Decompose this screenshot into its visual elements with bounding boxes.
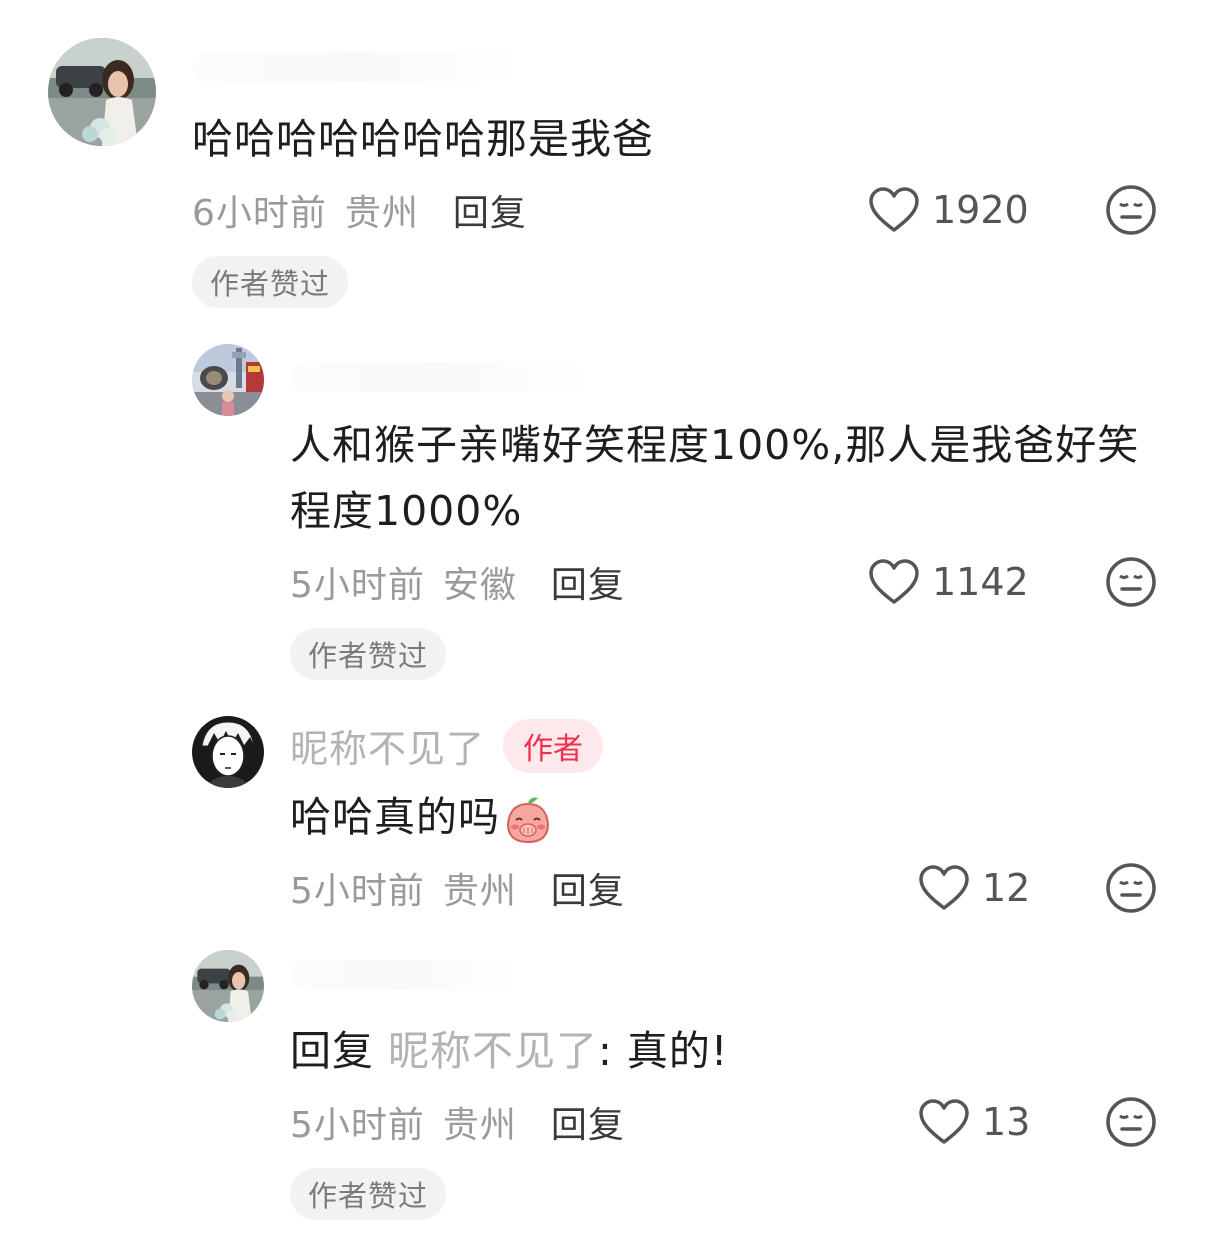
like-button[interactable]: 12 [918,864,1030,912]
reply-button[interactable]: 回复 [551,862,625,914]
nickname-hidden [290,960,520,990]
comment-time: 5小时前 [290,1105,425,1146]
like-count: 1920 [932,188,1029,232]
comment-time: 6小时前 [192,193,327,234]
peach-shy-emoji-icon [506,797,550,844]
blurred-nickname [290,960,520,990]
blurred-nickname [192,52,522,82]
avatar-manga-boy-icon [192,716,264,788]
comment-location: 贵州 [442,871,517,912]
comment-time: 5小时前 [290,871,425,912]
like-count: 12 [982,866,1031,910]
dislike-face-icon[interactable] [1105,862,1157,914]
comment-text-line-1: 人和猴子亲嘴好笑程度100%,那人是我爸好笑 [290,421,1140,469]
author-tag: 作者 [503,718,604,773]
reply-button[interactable]: 回复 [551,1096,625,1148]
comment-location: 安徽 [442,565,517,606]
user-avatar[interactable] [48,38,156,146]
blurred-nickname [290,362,590,392]
avatar-woman-with-flowers-icon [192,950,264,1022]
reply-button[interactable]: 回复 [453,184,527,236]
author-name-row: 昵称不见了 作者 [290,718,604,773]
heart-icon [869,559,919,604]
comment-text-line-2: 程度1000% [290,487,523,535]
user-avatar[interactable] [192,716,264,788]
user-avatar[interactable] [192,344,264,416]
dislike-face-icon[interactable] [1105,184,1157,236]
user-avatar[interactable] [192,950,264,1022]
heart-icon [869,187,919,232]
reply-prefix: 回复 [290,1027,389,1075]
avatar-woman-with-flowers-icon [48,38,156,146]
comment-meta: 6小时前 贵州 回复 [192,184,527,236]
like-count: 1142 [932,560,1029,604]
like-count: 13 [982,1100,1031,1144]
dislike-face-icon[interactable] [1105,1096,1157,1148]
comment-meta: 5小时前 安徽 回复 [290,556,625,608]
reply-text: : 真的! [598,1027,729,1075]
heart-icon [919,1099,969,1144]
comment-text: 哈哈真的吗 [290,784,554,850]
comment-meta: 5小时前 贵州 回复 [290,862,625,914]
avatar-city-street-icon [192,344,264,416]
comment-location: 贵州 [442,1105,517,1146]
reply-target-nickname[interactable]: 昵称不见了 [388,1027,598,1075]
author-nickname[interactable]: 昵称不见了 [290,718,485,773]
author-liked-badge: 作者赞过 [290,1168,447,1220]
author-liked-badge: 作者赞过 [290,628,447,680]
comment-text: 人和猴子亲嘴好笑程度100%,那人是我爸好笑 程度1000% [290,412,1160,544]
dislike-face-icon[interactable] [1105,556,1157,608]
comment-time: 5小时前 [290,565,425,606]
comment-meta: 5小时前 贵州 回复 [290,1096,625,1148]
nickname-hidden [192,52,522,82]
comment-text: 回复 昵称不见了: 真的! [290,1018,728,1084]
comment-text-content: 哈哈真的吗 [290,793,500,841]
like-button[interactable]: 13 [918,1098,1030,1146]
author-liked-badge: 作者赞过 [192,256,349,308]
heart-icon [919,865,969,910]
like-button[interactable]: 1142 [868,558,1029,606]
comment-location: 贵州 [344,193,419,234]
nickname-hidden [290,362,590,392]
reply-button[interactable]: 回复 [551,556,625,608]
comment-text: 哈哈哈哈哈哈哈那是我爸 [192,115,654,163]
like-button[interactable]: 1920 [868,186,1029,234]
